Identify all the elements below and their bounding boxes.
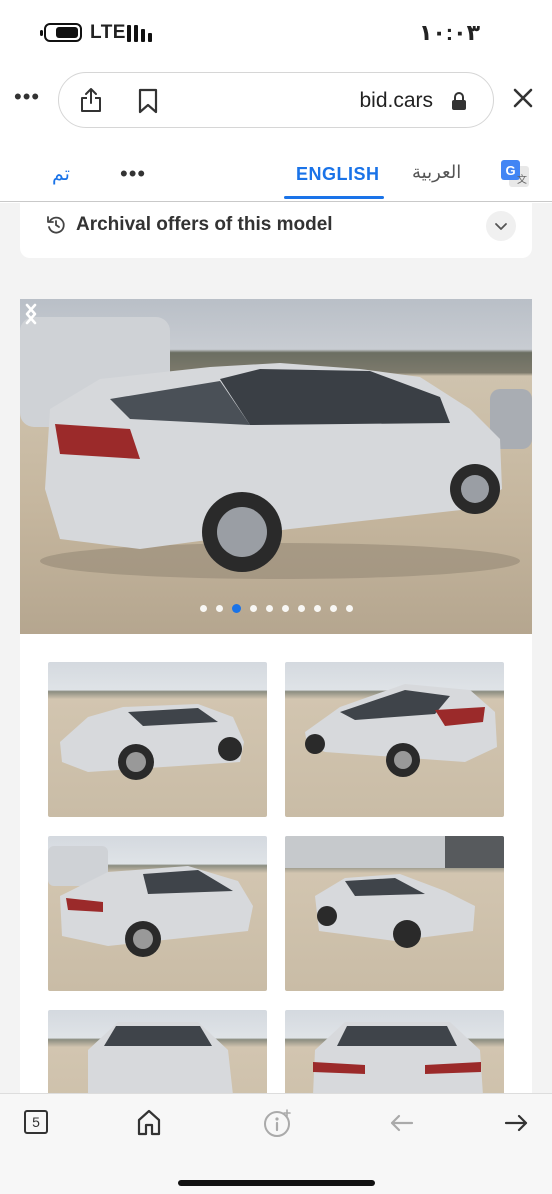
carousel-dot[interactable] — [231, 604, 241, 613]
carousel-dot[interactable] — [345, 605, 353, 612]
carousel-dot[interactable] — [281, 605, 289, 612]
history-icon — [47, 216, 65, 234]
status-time: ١٠:٠٣ — [418, 20, 480, 45]
car-photo-image — [20, 317, 532, 579]
status-bar: LTE ١٠:٠٣ — [0, 0, 552, 64]
page-info-icon[interactable] — [263, 1108, 293, 1138]
chevron-right-icon[interactable] — [20, 299, 42, 329]
bookmark-icon[interactable] — [137, 88, 159, 114]
address-bar[interactable]: bid.cars — [58, 72, 494, 128]
svg-text:文: 文 — [517, 173, 527, 186]
bottom-toolbar: 5 — [0, 1093, 552, 1194]
translate-bar: تم ••• ENGLISH العربية G 文 — [0, 150, 552, 202]
carousel-dot[interactable] — [199, 605, 207, 612]
google-translate-icon[interactable]: G 文 — [500, 159, 530, 189]
translate-more-button[interactable]: ••• — [120, 161, 146, 187]
active-tab-indicator — [284, 196, 384, 199]
lock-icon — [452, 92, 466, 110]
photo-thumbnail[interactable] — [285, 1010, 504, 1093]
page-content: Archival offers of this model — [0, 203, 552, 1093]
home-icon[interactable] — [136, 1108, 162, 1136]
carousel-dot[interactable] — [313, 605, 321, 612]
expand-button[interactable] — [486, 211, 516, 241]
forward-arrow-icon[interactable] — [503, 1112, 529, 1134]
archival-offers-panel[interactable]: Archival offers of this model — [20, 203, 532, 258]
car-photo-image — [48, 846, 253, 957]
photo-thumbnail[interactable] — [48, 662, 267, 817]
translate-done-button[interactable]: تم — [52, 163, 70, 186]
carousel-dot[interactable] — [215, 605, 223, 612]
photo-thumbnail[interactable] — [285, 836, 504, 991]
main-photo[interactable] — [20, 299, 532, 634]
car-photo-image — [313, 1022, 483, 1093]
home-indicator — [178, 1180, 375, 1186]
svg-text:G: G — [505, 163, 515, 178]
carousel-dots — [20, 604, 532, 613]
signal-icon — [127, 24, 152, 42]
network-type: LTE — [90, 22, 126, 43]
tab-arabic[interactable]: العربية — [412, 162, 461, 183]
battery-icon — [40, 23, 82, 42]
chevron-down-icon — [495, 223, 507, 230]
more-options-button[interactable]: ••• — [14, 84, 40, 110]
archival-offers-label: Archival offers of this model — [76, 214, 333, 235]
carousel-dot[interactable] — [265, 605, 273, 612]
photo-grid — [20, 634, 532, 1093]
share-icon[interactable] — [79, 87, 103, 113]
carousel-dot[interactable] — [249, 605, 257, 612]
tab-english[interactable]: ENGLISH — [296, 164, 380, 185]
back-arrow-icon[interactable] — [389, 1112, 415, 1134]
close-icon[interactable] — [510, 85, 536, 111]
car-photo-image — [305, 684, 497, 777]
url-text[interactable]: bid.cars — [359, 89, 433, 113]
car-photo-image — [60, 704, 244, 780]
car-photo-image — [285, 836, 504, 948]
photo-thumbnail[interactable] — [48, 836, 267, 991]
car-photo-image — [88, 1022, 233, 1093]
photo-thumbnail[interactable] — [285, 662, 504, 817]
carousel-dot[interactable] — [297, 605, 305, 612]
carousel-dot[interactable] — [329, 605, 337, 612]
photo-thumbnail[interactable] — [48, 1010, 267, 1093]
tabs-button[interactable]: 5 — [24, 1110, 48, 1134]
